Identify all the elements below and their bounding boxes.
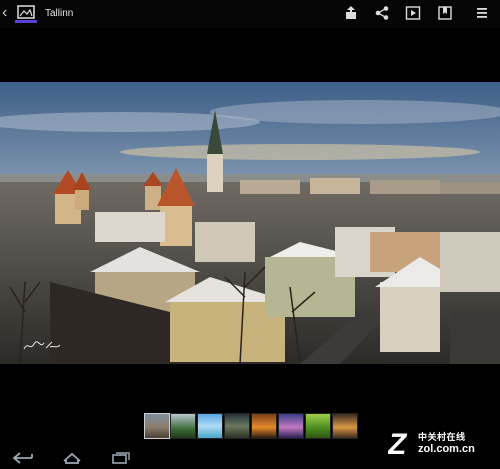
- gallery-app-icon[interactable]: [15, 5, 37, 23]
- thumbnail[interactable]: [278, 413, 304, 439]
- album-title: Tallinn: [45, 8, 74, 19]
- back-nav-icon[interactable]: [12, 452, 34, 464]
- chevron-left-icon[interactable]: ‹: [2, 5, 7, 21]
- watermark-url: zol.com.cn: [418, 443, 475, 455]
- thumbnail[interactable]: [251, 413, 277, 439]
- thumbnail[interactable]: [305, 413, 331, 439]
- thumbnail[interactable]: [224, 413, 250, 439]
- bookmark-icon[interactable]: [437, 5, 453, 21]
- home-nav-icon[interactable]: [62, 452, 82, 464]
- menu-icon[interactable]: [474, 5, 490, 21]
- share-icon[interactable]: [374, 5, 390, 21]
- signature-watermark: [23, 341, 61, 350]
- main-photo[interactable]: [0, 82, 500, 364]
- share-upload-icon[interactable]: [343, 5, 359, 21]
- thumbnail[interactable]: [332, 413, 358, 439]
- app-icon-accent: [15, 20, 37, 23]
- thumbnail[interactable]: [197, 413, 223, 439]
- watermark-cn: 中关村在线: [418, 432, 466, 442]
- thumbnail[interactable]: [144, 413, 170, 439]
- thumbnail[interactable]: [170, 413, 196, 439]
- action-bar: ‹ Tallinn: [0, 0, 500, 28]
- slideshow-play-icon[interactable]: [405, 5, 421, 21]
- svg-text:Z: Z: [388, 428, 408, 460]
- recent-apps-icon[interactable]: [111, 452, 131, 464]
